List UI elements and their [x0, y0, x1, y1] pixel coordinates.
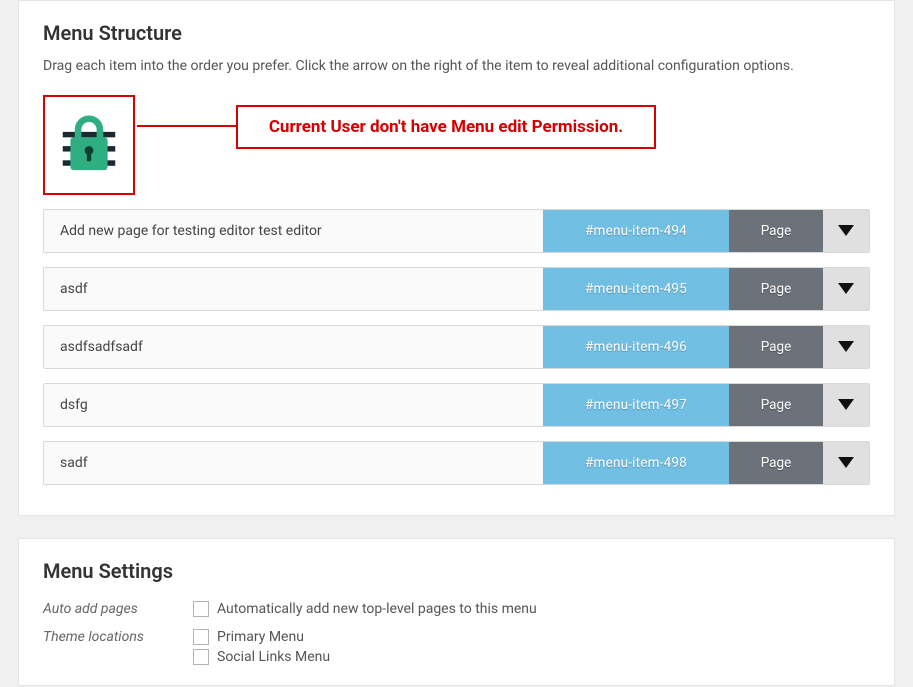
menu-item-title: dsfg	[44, 384, 543, 426]
menu-item-title: sadf	[44, 442, 543, 484]
menu-item-expand-button[interactable]	[823, 384, 869, 426]
menu-structure-instructions: Drag each item into the order you prefer…	[43, 57, 870, 77]
chevron-down-icon	[838, 225, 854, 236]
menu-item-type-badge: Page	[729, 326, 823, 368]
auto-add-pages-checkbox[interactable]	[193, 601, 209, 617]
menu-item-row[interactable]: sadf#menu-item-498Page	[43, 441, 870, 485]
menu-item-id-badge: #menu-item-494	[543, 210, 729, 252]
menu-item-type-badge: Page	[729, 210, 823, 252]
chevron-down-icon	[838, 283, 854, 294]
permission-warning-text: Current User don't have Menu edit Permis…	[269, 117, 623, 137]
menu-structure-panel: Menu Structure Drag each item into the o…	[18, 0, 895, 516]
menu-item-list: Add new page for testing editor test edi…	[43, 209, 870, 485]
chevron-down-icon	[838, 399, 854, 410]
chevron-down-icon	[838, 341, 854, 352]
menu-item-type-badge: Page	[729, 384, 823, 426]
lock-highlight-box	[43, 95, 135, 195]
theme-location-option: Social Links Menu	[217, 649, 330, 665]
menu-item-type-badge: Page	[729, 268, 823, 310]
menu-item-row[interactable]: asdfsadfsadf#menu-item-496Page	[43, 325, 870, 369]
menu-item-id-badge: #menu-item-496	[543, 326, 729, 368]
menu-item-row[interactable]: Add new page for testing editor test edi…	[43, 209, 870, 253]
menu-item-title: Add new page for testing editor test edi…	[44, 210, 543, 252]
theme-location-checkbox[interactable]	[193, 629, 209, 645]
menu-item-row[interactable]: dsfg#menu-item-497Page	[43, 383, 870, 427]
menu-item-id-badge: #menu-item-497	[543, 384, 729, 426]
menu-structure-title: Menu Structure	[43, 21, 870, 45]
permission-annotation: Current User don't have Menu edit Permis…	[43, 95, 870, 195]
auto-add-pages-option: Automatically add new top-level pages to…	[217, 601, 537, 617]
theme-location-option: Primary Menu	[217, 629, 304, 645]
menu-item-row[interactable]: asdf#menu-item-495Page	[43, 267, 870, 311]
menu-settings-panel: Menu Settings Auto add pages Automatical…	[18, 538, 895, 686]
permission-callout: Current User don't have Menu edit Permis…	[236, 105, 656, 149]
menu-settings-title: Menu Settings	[43, 559, 870, 583]
theme-locations-label: Theme locations	[43, 629, 193, 645]
menu-item-expand-button[interactable]	[823, 442, 869, 484]
annotation-connector	[137, 125, 236, 127]
chevron-down-icon	[838, 457, 854, 468]
menu-item-id-badge: #menu-item-495	[543, 268, 729, 310]
auto-add-pages-row: Auto add pages Automatically add new top…	[43, 601, 870, 617]
menu-item-title: asdf	[44, 268, 543, 310]
menu-item-expand-button[interactable]	[823, 210, 869, 252]
theme-locations-row: Theme locations Primary Menu Social Links…	[43, 629, 870, 665]
menu-item-expand-button[interactable]	[823, 326, 869, 368]
lock-icon	[54, 110, 124, 180]
menu-item-expand-button[interactable]	[823, 268, 869, 310]
auto-add-pages-label: Auto add pages	[43, 601, 193, 617]
theme-location-checkbox[interactable]	[193, 649, 209, 665]
menu-item-type-badge: Page	[729, 442, 823, 484]
menu-item-title: asdfsadfsadf	[44, 326, 543, 368]
menu-item-id-badge: #menu-item-498	[543, 442, 729, 484]
